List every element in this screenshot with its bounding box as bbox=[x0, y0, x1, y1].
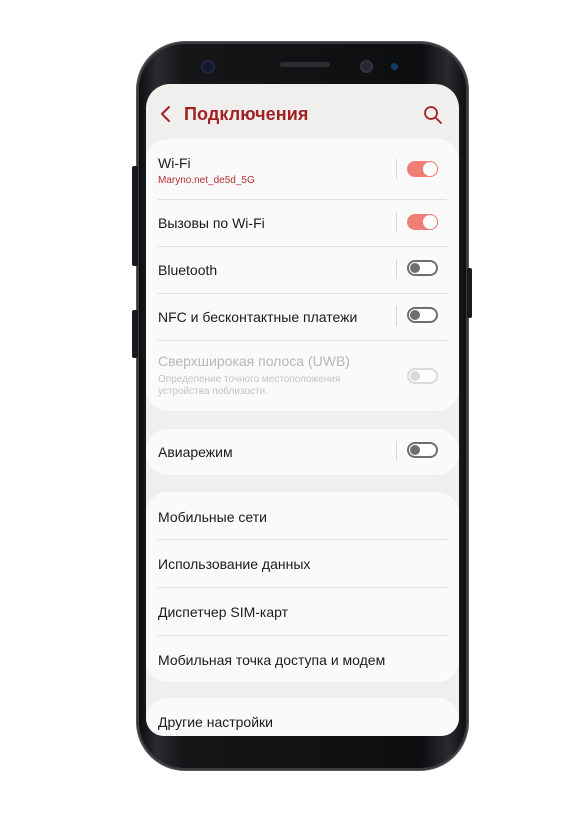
power-button bbox=[467, 268, 472, 318]
nfc-label: NFC и бесконтактные платежи bbox=[158, 309, 358, 325]
sim-manager-label: Диспетчер SIM-карт bbox=[158, 604, 289, 620]
chevron-left-icon[interactable] bbox=[156, 104, 176, 124]
proximity-sensor bbox=[391, 63, 398, 70]
bluetooth-toggle[interactable] bbox=[407, 260, 438, 276]
divider bbox=[396, 441, 397, 461]
airplane-row[interactable]: Авиарежим bbox=[146, 429, 459, 475]
front-camera bbox=[201, 60, 215, 74]
wifi-label: Wi-Fi bbox=[158, 155, 191, 171]
uwb-label: Сверхширокая полоса (UWB) bbox=[158, 353, 350, 369]
data-usage-row[interactable]: Использование данных bbox=[146, 540, 459, 587]
wifi-network-name: Maryno.net_de5d_5G bbox=[158, 175, 255, 186]
bluetooth-label: Bluetooth bbox=[158, 262, 218, 278]
wifi-row[interactable]: Wi-Fi Maryno.net_de5d_5G bbox=[146, 139, 459, 199]
earpiece bbox=[280, 62, 330, 67]
volume-button bbox=[132, 166, 138, 266]
connections-card: Wi-Fi Maryno.net_de5d_5G Вызовы по Wi-Fi… bbox=[146, 139, 459, 411]
network-card: Мобильные сети Использование данных Дисп… bbox=[146, 492, 459, 682]
divider bbox=[396, 159, 397, 179]
airplane-card: Авиарежим bbox=[146, 429, 459, 475]
more-settings-label: Другие настройки bbox=[158, 714, 273, 730]
hotspot-row[interactable]: Мобильная точка доступа и модем bbox=[146, 636, 459, 682]
search-icon[interactable] bbox=[422, 104, 444, 126]
nfc-row[interactable]: NFC и бесконтактные платежи bbox=[146, 294, 459, 340]
divider bbox=[396, 212, 397, 232]
nfc-toggle[interactable] bbox=[407, 307, 438, 323]
iris-scanner bbox=[360, 60, 373, 73]
sim-manager-row[interactable]: Диспетчер SIM-карт bbox=[146, 588, 459, 635]
bluetooth-row[interactable]: Bluetooth bbox=[146, 247, 459, 293]
wifi-calling-toggle[interactable] bbox=[407, 214, 438, 230]
divider bbox=[396, 259, 397, 279]
settings-screen: Подключения Wi-Fi Maryno.net_de5d_5G Выз… bbox=[146, 84, 459, 736]
airplane-toggle[interactable] bbox=[407, 442, 438, 458]
bixby-button bbox=[132, 310, 138, 358]
uwb-description: Определение точного местоположения bbox=[158, 374, 341, 385]
app-bar: Подключения bbox=[146, 84, 459, 140]
more-settings-card: Другие настройки bbox=[146, 698, 459, 736]
wifi-toggle[interactable] bbox=[407, 161, 438, 177]
uwb-row: Сверхширокая полоса (UWB) Определение то… bbox=[146, 341, 459, 409]
airplane-label: Авиарежим bbox=[158, 444, 233, 460]
wifi-calling-label: Вызовы по Wi-Fi bbox=[158, 215, 265, 231]
wifi-calling-row[interactable]: Вызовы по Wi-Fi bbox=[146, 200, 459, 246]
mobile-networks-label: Мобильные сети bbox=[158, 509, 267, 525]
page-title: Подключения bbox=[184, 104, 309, 124]
uwb-description-line2: устройства поблизости. bbox=[158, 386, 268, 397]
more-settings-row[interactable]: Другие настройки bbox=[146, 698, 459, 736]
data-usage-label: Использование данных bbox=[158, 556, 311, 572]
divider bbox=[396, 306, 397, 326]
mobile-networks-row[interactable]: Мобильные сети bbox=[146, 492, 459, 539]
hotspot-label: Мобильная точка доступа и модем bbox=[158, 652, 386, 668]
uwb-toggle bbox=[407, 368, 438, 384]
